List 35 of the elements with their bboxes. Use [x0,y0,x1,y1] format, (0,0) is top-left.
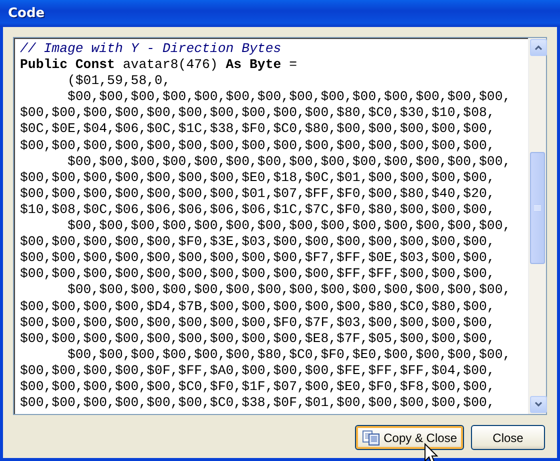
code-line: $00,$00,$00,$00,$00,$00,$00,$00,$00,$E8,$7F,$05,$00,$00,$00, [20,330,495,347]
code-line: $00,$00,$00,$00,$00,$C0,$F0,$1F,$07,$00,$E0,$F0,$F8,$00,$00, [20,378,495,396]
code-line: Public Const avatar8(476) As Byte = [20,57,297,74]
code-line: $00,$00,$00,$00,$00,$F0,$3E,$03,$00,$00,$00,$00,$00,$00,$00, [20,234,495,250]
scroll-down-button[interactable] [530,396,547,413]
code-line: $00,$00,$00,$00,$00,$00,$80,$C0,$F0,$E0,$00,$00,$00,$00, [66,346,511,363]
copy-icon [362,430,380,446]
up-caret-icon [535,45,542,50]
code-line: $00,$00,$00,$00,$00,$00,$00,$E0,$18,$0C,$01,$00,$00,$00,$00, [20,170,495,186]
scrollbar[interactable] [528,38,546,414]
code-line: $00,$00,$00,$00,$00,$00,$00,$00,$00,$00,$00,$00,$00,$00, [66,154,511,170]
grip-icon [534,204,541,212]
code-line: $00,$00,$00,$00,$00,$00,$00,$00,$00,$00,$FF,$FF,$00,$00,$00, [20,266,495,282]
down-caret-icon [535,402,542,407]
code-line: $00,$00,$00,$00,$00,$00,$00,$00,$00,$00,$00,$00,$00,$00, [66,89,511,106]
scroll-thumb[interactable] [530,152,545,264]
mouse-pointer-icon [424,443,438,461]
code-line: ($01,59,58,0, [66,73,170,90]
code-line: $00,$00,$00,$00,$00,$00,$00,$00,$00,$00,$00,$00,$00,$00, [66,282,511,298]
code-line: $0C,$0E,$04,$06,$0C,$1C,$38,$F0,$C0,$80,$00,$00,$00,$00,$00, [20,121,495,138]
code-line: $00,$00,$00,$00,$D4,$7B,$00,$00,$00,$00,$00,$80,$C0,$80,$00, [20,298,495,315]
code-line: $00,$00,$00,$00,$00,$00,$00,$00,$00,$00,$00,$00,$00,$00,$00, [20,138,495,154]
code-line: $00,$00,$00,$00,$00,$00,$00,$00,$00,$00,$00,$00,$00,$00, [66,218,511,234]
code-line: $00,$00,$00,$00,$00,$00,$00,$00,$F0,$7F,$03,$00,$00,$00,$00, [20,314,495,331]
window-title: Code [8,6,45,21]
scroll-up-button[interactable] [530,39,547,56]
copy-and-close-button[interactable]: Copy & Close [354,425,464,450]
code-line: $10,$08,$0C,$06,$06,$06,$06,$06,$1C,$7C,$F0,$80,$00,$00,$00, [20,202,495,218]
code-line: $00,$00,$00,$00,$00,$00,$00,$00,$00,$F7,$FF,$0E,$03,$00,$00, [20,250,495,266]
code-line: $00,$00,$00,$00,$0F,$FF,$A0,$00,$00,$00,$FE,$FF,$FF,$04,$00, [20,362,495,379]
code-comment: // Image with Y - Direction Bytes [20,41,282,58]
code-line: $00,$00,$00,$00,$00,$00,$C0,$38,$0F,$01,$00,$00,$00,$00,$00, [20,395,495,412]
code-line: $00,$00,$00,$00,$00,$00,$00,$00,$00,$00,$80,$C0,$30,$10,$08, [20,105,495,122]
code-line: $00,$00,$00,$00,$00,$00,$00,$01,$07,$FF,$F0,$00,$80,$40,$20, [20,186,495,202]
close-button[interactable]: Close [471,425,545,450]
